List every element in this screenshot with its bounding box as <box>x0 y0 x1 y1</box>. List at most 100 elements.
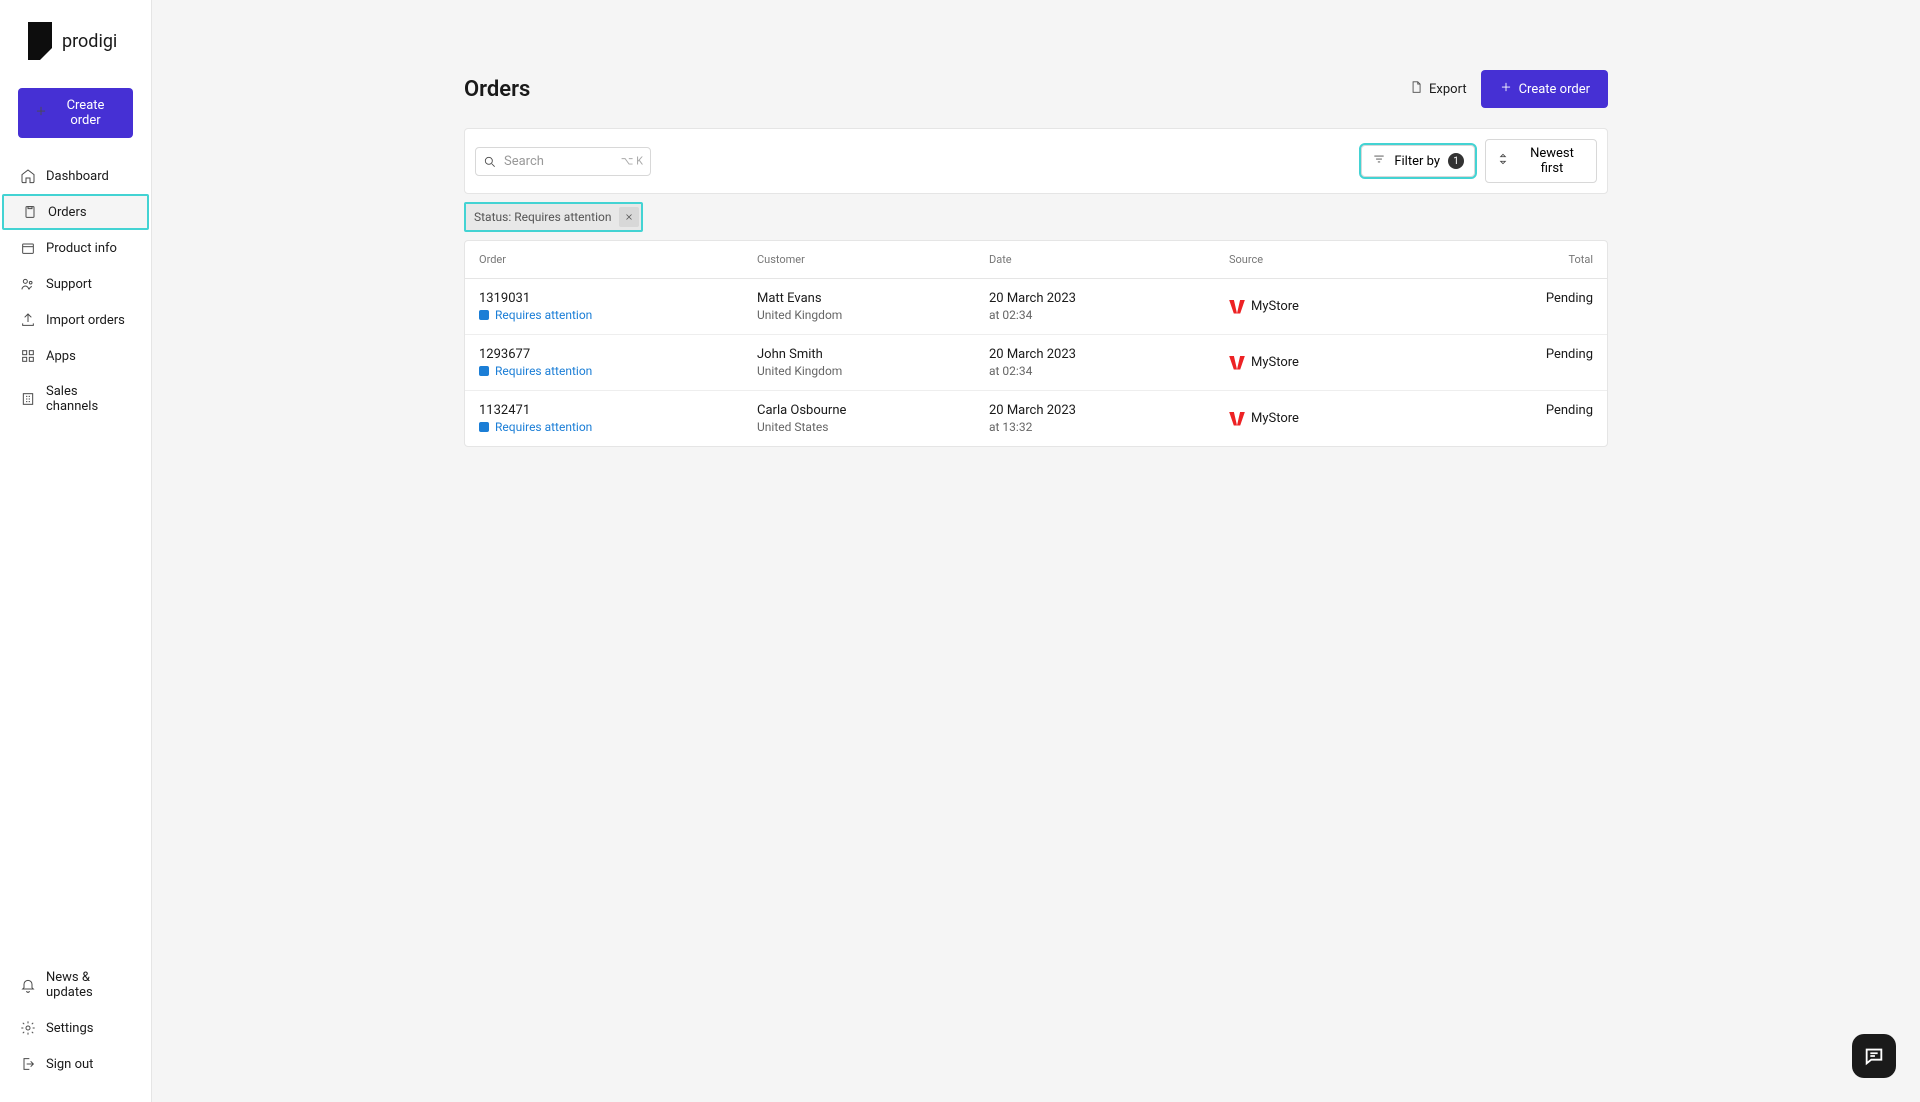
toolbar: ⌥ K Filter by 1 Newest first <box>464 128 1608 194</box>
table-header: Order Customer Date Source Total <box>465 241 1607 279</box>
sidebar-item-settings[interactable]: Settings <box>0 1010 151 1046</box>
filter-chip-status: Status: Requires attention <box>464 202 643 232</box>
sidebar-item-sales-channels[interactable]: Sales channels <box>0 374 151 424</box>
table-row[interactable]: 1293677 Requires attention John Smith Un… <box>465 335 1607 391</box>
home-icon <box>20 168 36 184</box>
source-name: MyStore <box>1251 355 1299 370</box>
order-total: Pending <box>1489 403 1593 434</box>
source-logo-icon <box>1229 356 1245 370</box>
page-title: Orders <box>464 77 530 102</box>
source-name: MyStore <box>1251 411 1299 426</box>
status-dot-icon <box>479 422 489 432</box>
main-content: Orders Export Create order ⌥ K <box>152 0 1920 1102</box>
order-id: 1293677 <box>479 347 757 362</box>
order-time: at 13:32 <box>989 420 1229 434</box>
sidebar-create-order-button[interactable]: Create order <box>18 88 133 138</box>
orders-table: Order Customer Date Source Total 1319031… <box>464 240 1608 447</box>
source-logo-icon <box>1229 412 1245 426</box>
filter-icon <box>1372 152 1386 170</box>
table-row[interactable]: 1319031 Requires attention Matt Evans Un… <box>465 279 1607 335</box>
col-header-date: Date <box>989 253 1229 266</box>
source-name: MyStore <box>1251 299 1299 314</box>
bell-icon <box>20 977 36 993</box>
filter-chips-row: Status: Requires attention <box>464 194 1608 240</box>
order-time: at 02:34 <box>989 364 1229 378</box>
sidebar-item-label: Settings <box>46 1021 93 1036</box>
filter-count-badge: 1 <box>1448 153 1464 169</box>
col-header-source: Source <box>1229 253 1489 266</box>
sidebar-item-signout[interactable]: Sign out <box>0 1046 151 1082</box>
order-date: 20 March 2023 <box>989 403 1229 418</box>
customer-country: United States <box>757 420 989 434</box>
sidebar-item-news[interactable]: News & updates <box>0 960 151 1010</box>
customer-country: United Kingdom <box>757 308 989 322</box>
search-shortcut: ⌥ K <box>621 155 643 168</box>
col-header-customer: Customer <box>757 253 989 266</box>
order-total: Pending <box>1489 291 1593 322</box>
sidebar-item-label: Orders <box>48 205 87 220</box>
create-order-label: Create order <box>1519 82 1590 97</box>
order-total: Pending <box>1489 347 1593 378</box>
page-header: Orders Export Create order <box>464 0 1608 128</box>
customer-name: Carla Osbourne <box>757 403 989 418</box>
export-label: Export <box>1429 82 1467 97</box>
order-date: 20 March 2023 <box>989 347 1229 362</box>
sidebar-bottom-nav: News & updates Settings Sign out <box>0 960 151 1102</box>
status-text: Requires attention <box>495 364 592 378</box>
chat-icon <box>1863 1045 1885 1067</box>
sidebar-item-apps[interactable]: Apps <box>0 338 151 374</box>
status-badge: Requires attention <box>479 420 757 434</box>
sidebar-item-label: Dashboard <box>46 169 109 184</box>
search-icon <box>483 154 497 168</box>
order-id: 1319031 <box>479 291 757 306</box>
grid-icon <box>20 348 36 364</box>
sidebar: prodigi Create order Dashboard Orders Pr… <box>0 0 152 1102</box>
status-badge: Requires attention <box>479 364 757 378</box>
customer-name: Matt Evans <box>757 291 989 306</box>
order-date: 20 March 2023 <box>989 291 1229 306</box>
status-text: Requires attention <box>495 308 592 322</box>
clipboard-icon <box>22 204 38 220</box>
status-text: Requires attention <box>495 420 592 434</box>
sidebar-nav: Dashboard Orders Product info Support Im… <box>0 158 151 960</box>
sort-icon <box>1496 152 1510 170</box>
export-button[interactable]: Export <box>1409 80 1467 98</box>
order-time: at 02:34 <box>989 308 1229 322</box>
signout-icon <box>20 1056 36 1072</box>
plus-icon <box>1499 80 1513 98</box>
filter-label: Filter by <box>1394 154 1440 169</box>
filter-chip-remove-button[interactable] <box>619 207 639 227</box>
create-order-button[interactable]: Create order <box>1481 70 1608 108</box>
sidebar-item-product-info[interactable]: Product info <box>0 230 151 266</box>
sort-button[interactable]: Newest first <box>1485 139 1597 183</box>
plus-icon <box>34 104 48 122</box>
sidebar-create-label: Create order <box>54 98 117 128</box>
people-icon <box>20 276 36 292</box>
sidebar-item-support[interactable]: Support <box>0 266 151 302</box>
sidebar-item-label: Sales channels <box>46 384 131 414</box>
filter-button[interactable]: Filter by 1 <box>1361 145 1475 177</box>
sort-label: Newest first <box>1518 146 1586 176</box>
gear-icon <box>20 1020 36 1036</box>
sidebar-item-dashboard[interactable]: Dashboard <box>0 158 151 194</box>
package-icon <box>20 240 36 256</box>
table-row[interactable]: 1132471 Requires attention Carla Osbourn… <box>465 391 1607 446</box>
sidebar-item-orders[interactable]: Orders <box>2 194 149 230</box>
sidebar-item-label: Sign out <box>46 1057 93 1072</box>
sidebar-item-label: Product info <box>46 241 117 256</box>
sidebar-item-label: News & updates <box>46 970 131 1000</box>
sidebar-item-import-orders[interactable]: Import orders <box>0 302 151 338</box>
sidebar-item-label: Import orders <box>46 313 125 328</box>
logo-area: prodigi <box>0 0 151 78</box>
col-header-order: Order <box>479 253 757 266</box>
status-dot-icon <box>479 310 489 320</box>
source-logo-icon <box>1229 300 1245 314</box>
building-icon <box>20 391 36 407</box>
file-icon <box>1409 80 1423 98</box>
customer-name: John Smith <box>757 347 989 362</box>
status-dot-icon <box>479 366 489 376</box>
chat-fab-button[interactable] <box>1852 1034 1896 1078</box>
upload-icon <box>20 312 36 328</box>
sidebar-item-label: Apps <box>46 349 76 364</box>
brand-name: prodigi <box>62 31 117 52</box>
